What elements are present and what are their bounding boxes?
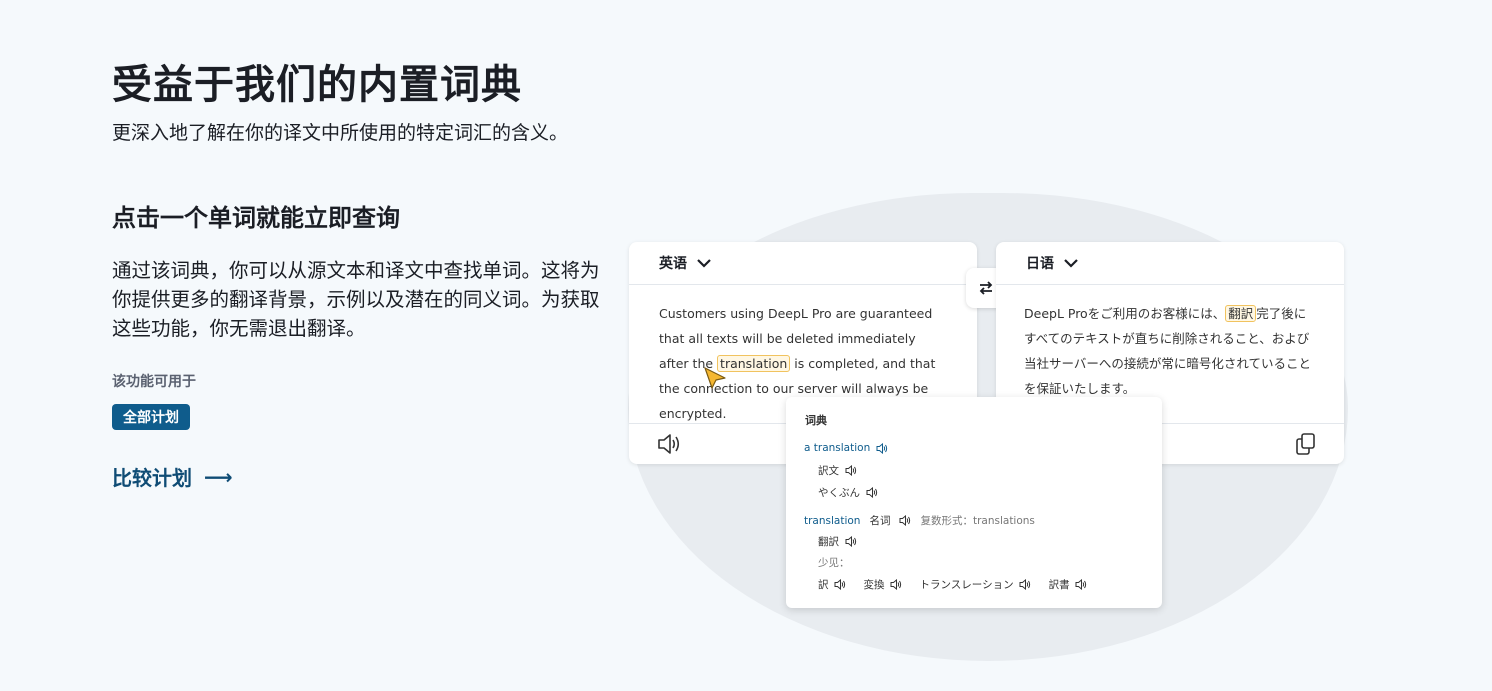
feature-description: 通过该词典，你可以从源文本和译文中查找单词。这将为你提供更多的翻译背景，示例以及… bbox=[112, 259, 600, 340]
target-language-label: 日语 bbox=[1026, 256, 1054, 272]
dict-translation-text[interactable]: 訳文 bbox=[818, 463, 839, 478]
dictionary-title: 词典 bbox=[805, 414, 827, 427]
copy-icon[interactable] bbox=[1296, 433, 1316, 455]
feature-heading: 点击一个单词就能立即查询 bbox=[112, 204, 400, 232]
speaker-icon[interactable] bbox=[890, 579, 902, 590]
dict-rare-item: 変換 bbox=[864, 577, 902, 592]
dict-translation-text[interactable]: 翻訳 bbox=[818, 534, 839, 549]
dict-rare-list: 訳 変換 トランスレーション 訳書 bbox=[818, 577, 1087, 592]
dict-rare-text[interactable]: 訳書 bbox=[1049, 577, 1070, 592]
dict-translation: 訳文 bbox=[818, 463, 857, 478]
chevron-down-icon bbox=[697, 259, 711, 268]
dict-translation: やくぶん bbox=[818, 485, 878, 500]
dict-rare-item: トランスレーション bbox=[920, 577, 1031, 592]
speaker-icon[interactable] bbox=[845, 465, 857, 476]
dict-rare-text[interactable]: 変換 bbox=[864, 577, 885, 592]
compare-plans-label: 比较计划 bbox=[112, 466, 192, 490]
speaker-icon[interactable] bbox=[876, 442, 888, 454]
dict-entry-headword: translation 名词 复数形式：translations bbox=[804, 513, 1035, 528]
dict-rare-label: 少见： bbox=[818, 557, 850, 569]
page-title: 受益于我们的内置词典 bbox=[112, 62, 522, 108]
compare-plans-link[interactable]: 比较计划 ⟶ bbox=[112, 462, 233, 491]
dict-plural: 复数形式：translations bbox=[920, 515, 1035, 527]
target-language-selector[interactable]: 日语 bbox=[996, 242, 1344, 285]
speaker-icon[interactable] bbox=[657, 433, 681, 455]
dict-entry-headword: a translation bbox=[804, 442, 888, 454]
chevron-down-icon bbox=[1064, 259, 1078, 268]
dict-rare-item: 訳書 bbox=[1049, 577, 1087, 592]
speaker-icon[interactable] bbox=[834, 579, 846, 590]
speaker-icon[interactable] bbox=[899, 515, 911, 526]
arrow-right-icon: ⟶ bbox=[204, 464, 233, 489]
dictionary-popup: 词典 a translation 訳文 やくぶん translation 名词 … bbox=[786, 397, 1162, 608]
highlighted-word[interactable]: translation bbox=[717, 355, 791, 372]
dict-translation: 翻訳 bbox=[818, 534, 857, 549]
speaker-icon[interactable] bbox=[1075, 579, 1087, 590]
speaker-icon[interactable] bbox=[845, 536, 857, 547]
highlighted-word-target[interactable]: 翻訳 bbox=[1225, 305, 1257, 322]
dict-translation-text[interactable]: やくぶん bbox=[818, 485, 860, 500]
dict-rare-text[interactable]: 訳 bbox=[818, 577, 829, 592]
source-language-selector[interactable]: 英语 bbox=[629, 242, 977, 285]
pointer-cursor-icon bbox=[704, 367, 726, 389]
dict-headword-link[interactable]: translation bbox=[804, 515, 860, 527]
speaker-icon[interactable] bbox=[1019, 579, 1031, 590]
dict-rare-item: 訳 bbox=[818, 577, 846, 592]
target-text-before: DeepL Proをご利用のお客様には、 bbox=[1024, 306, 1226, 321]
page-subtitle: 更深入地了解在你的译文中所使用的特定词汇的含义。 bbox=[112, 122, 569, 144]
speaker-icon[interactable] bbox=[866, 487, 878, 498]
swap-icon bbox=[979, 281, 993, 295]
dict-rare-text[interactable]: トランスレーション bbox=[920, 577, 1014, 592]
dict-part-of-speech: 名词 bbox=[869, 515, 891, 527]
target-text[interactable]: DeepL Proをご利用のお客様には、 翻訳 完了後にすべてのテキストが直ちに削除… bbox=[996, 285, 1344, 401]
source-language-label: 英语 bbox=[659, 256, 687, 272]
dict-headword-link[interactable]: a translation bbox=[804, 442, 870, 454]
availability-label: 该功能可用于 bbox=[112, 374, 196, 390]
plan-badge: 全部计划 bbox=[112, 404, 190, 430]
